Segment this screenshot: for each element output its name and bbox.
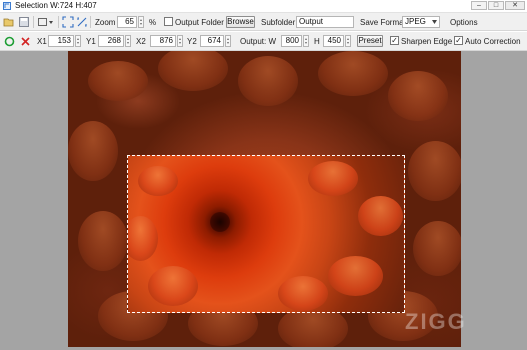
output-height-stepper[interactable] bbox=[345, 35, 351, 47]
output-width-stepper[interactable] bbox=[303, 35, 309, 47]
maximize-button[interactable]: □ bbox=[488, 1, 504, 10]
separator bbox=[90, 16, 91, 28]
image-canvas[interactable]: ZIGG bbox=[0, 51, 527, 350]
save-format-value: JPEG bbox=[405, 17, 426, 26]
y1-label: Y1 bbox=[86, 36, 96, 46]
cancel-icon[interactable] bbox=[20, 36, 31, 47]
zoom-input[interactable]: 65 bbox=[117, 16, 137, 28]
x2-input[interactable]: 876 bbox=[150, 35, 176, 47]
app-icon bbox=[3, 2, 11, 10]
options-menu[interactable]: Options bbox=[450, 18, 478, 27]
chevron-down-icon bbox=[432, 20, 437, 24]
output-width-input[interactable]: 800 bbox=[281, 35, 302, 47]
save-format-select[interactable]: JPEG bbox=[402, 16, 440, 28]
actual-size-icon[interactable] bbox=[76, 16, 88, 28]
crop-selection[interactable] bbox=[127, 155, 405, 313]
browse-button[interactable]: Browse bbox=[226, 16, 255, 28]
output-folder-label: Output Folder bbox=[175, 17, 224, 27]
y2-stepper[interactable] bbox=[225, 35, 231, 47]
zoom-label: Zoom bbox=[95, 17, 116, 27]
x2-label: X2 bbox=[136, 36, 146, 46]
coordinates-toolbar: X1 153 Y1 268 X2 876 Y2 674 Output: W 80… bbox=[0, 32, 527, 51]
crop-shape-icon[interactable] bbox=[37, 16, 55, 28]
y2-label: Y2 bbox=[187, 36, 197, 46]
output-width-label: Output: W bbox=[240, 36, 277, 46]
output-height-label: H bbox=[314, 36, 320, 46]
subfolder-input[interactable]: Output bbox=[296, 16, 354, 28]
top-toolbar: Zoom 65 % Output Folder Browse Subfolder… bbox=[0, 13, 527, 31]
x1-input[interactable]: 153 bbox=[48, 35, 74, 47]
open-icon[interactable] bbox=[3, 16, 15, 28]
minimize-button[interactable]: – bbox=[471, 1, 487, 10]
output-height-input[interactable]: 450 bbox=[323, 35, 344, 47]
auto-correction-label: Auto Correction bbox=[465, 36, 521, 46]
output-folder-checkbox[interactable] bbox=[164, 17, 173, 26]
separator bbox=[33, 16, 34, 28]
window-title: Selection W:724 H:407 bbox=[15, 1, 97, 10]
x1-label: X1 bbox=[37, 36, 47, 46]
separator bbox=[58, 16, 59, 28]
close-button[interactable]: ✕ bbox=[505, 1, 525, 10]
accept-icon[interactable] bbox=[4, 36, 15, 47]
fit-screen-icon[interactable] bbox=[62, 16, 74, 28]
x2-stepper[interactable] bbox=[177, 35, 183, 47]
sharpen-edge-label: Sharpen Edge bbox=[401, 36, 453, 46]
y1-input[interactable]: 268 bbox=[98, 35, 124, 47]
title-bar: Selection W:724 H:407 – □ ✕ bbox=[0, 0, 527, 13]
save-icon[interactable] bbox=[18, 16, 30, 28]
watermark-text: ZIGG bbox=[405, 309, 467, 334]
x1-stepper[interactable] bbox=[75, 35, 81, 47]
y1-stepper[interactable] bbox=[125, 35, 131, 47]
sharpen-edge-checkbox[interactable]: ✓ bbox=[390, 36, 399, 45]
subfolder-label: Subfolder bbox=[261, 17, 296, 27]
zoom-stepper[interactable] bbox=[138, 16, 144, 28]
save-format-label: Save Format bbox=[360, 17, 406, 27]
zoom-unit: % bbox=[149, 17, 157, 27]
preset-button[interactable]: Preset bbox=[357, 35, 383, 47]
y2-input[interactable]: 674 bbox=[200, 35, 224, 47]
auto-correction-checkbox[interactable]: ✓ bbox=[454, 36, 463, 45]
